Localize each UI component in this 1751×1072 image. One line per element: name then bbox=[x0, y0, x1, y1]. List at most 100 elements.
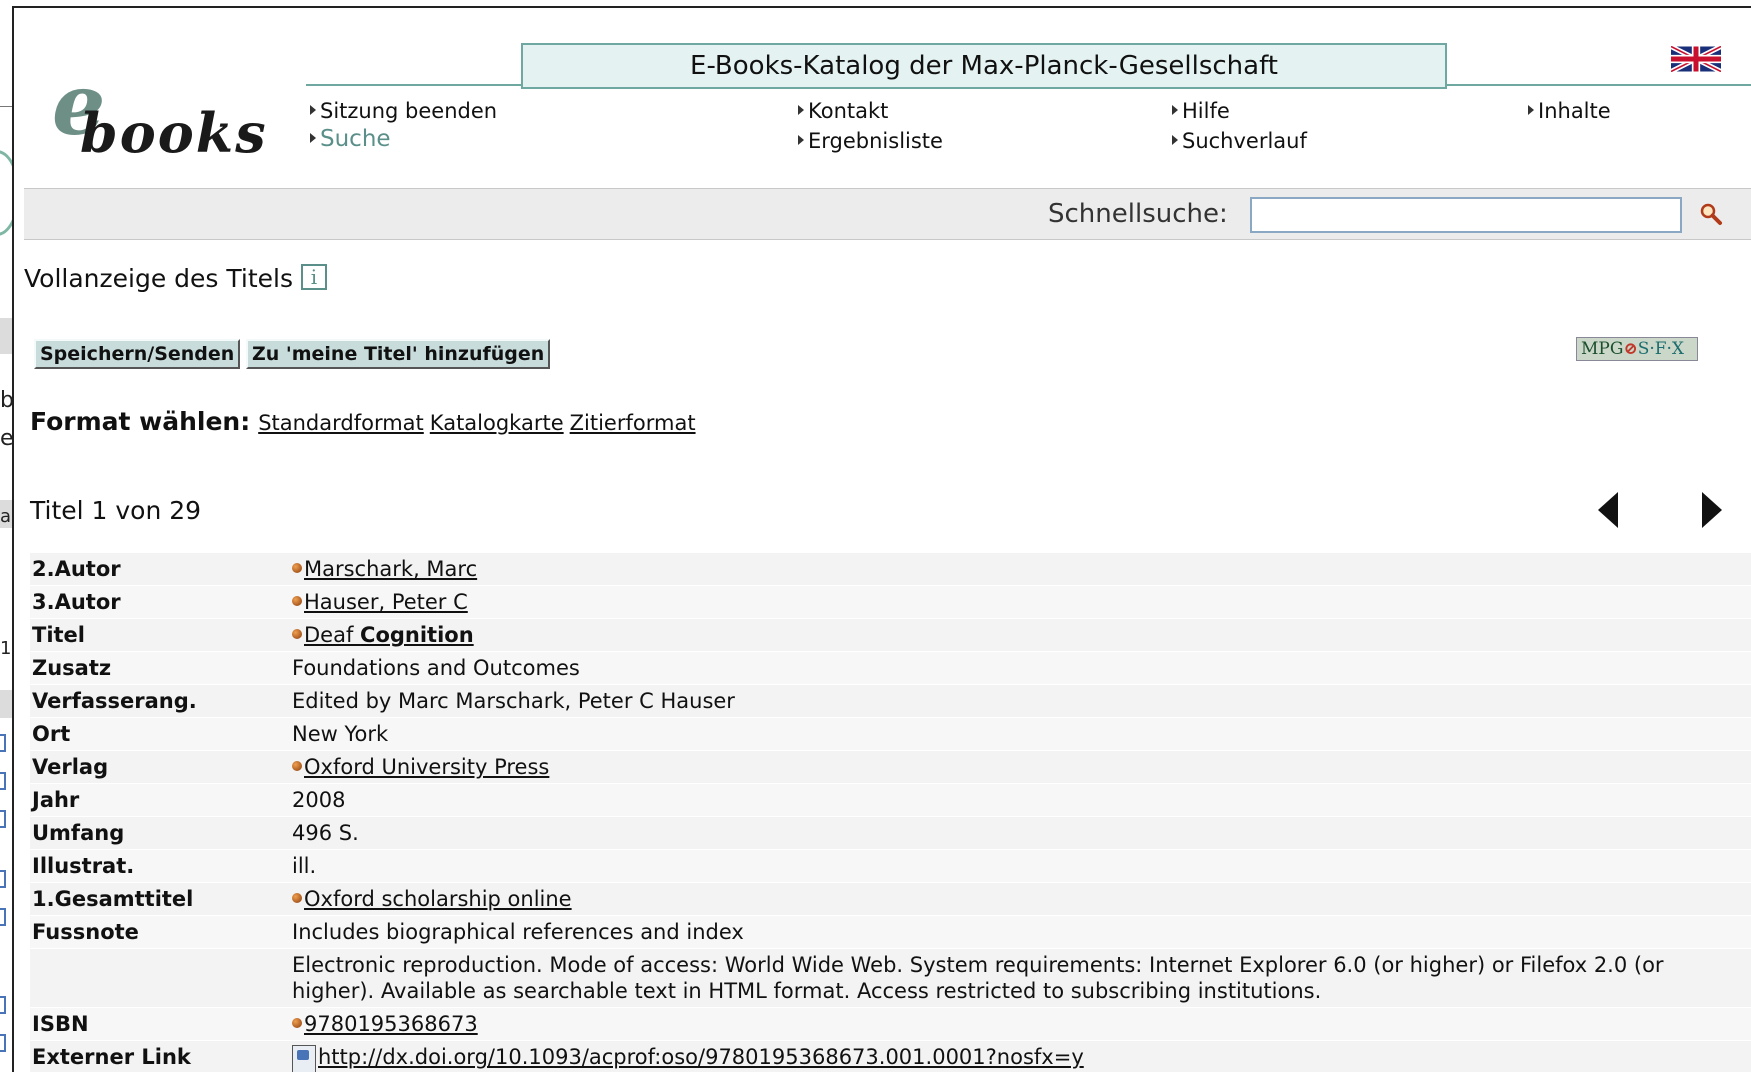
format-zitierformat-link[interactable]: Zitierformat bbox=[570, 411, 696, 435]
nav-label: Hilfe bbox=[1182, 99, 1230, 123]
quick-search-input[interactable] bbox=[1250, 197, 1682, 233]
logo-books: books bbox=[80, 101, 268, 165]
bullet-icon bbox=[292, 1018, 302, 1028]
title-link-part: Deaf bbox=[304, 623, 361, 647]
format-standard-link[interactable]: Standardformat bbox=[258, 411, 424, 435]
background-bar bbox=[0, 318, 12, 354]
background-char: a bbox=[0, 506, 12, 527]
table-row: Illustrat. ill. bbox=[30, 850, 1751, 883]
field-value: New York bbox=[292, 722, 389, 746]
nav-suche[interactable]: Suche bbox=[310, 126, 391, 152]
table-row: 3.Autor Hauser, Peter C bbox=[30, 586, 1751, 619]
record-counter: Titel 1 von 29 bbox=[30, 496, 202, 525]
external-link[interactable]: http://dx.doi.org/10.1093/acprof:oso/978… bbox=[292, 1045, 1084, 1072]
bullet-icon bbox=[292, 893, 302, 903]
arrow-right-icon bbox=[798, 105, 804, 115]
bullet-icon bbox=[292, 761, 302, 771]
background-window: b e a 1 bbox=[0, 0, 12, 1072]
sfx-logo-icon: ⊘ bbox=[1623, 339, 1638, 359]
next-record-arrow-icon[interactable] bbox=[1702, 492, 1722, 528]
document-icon bbox=[292, 1045, 316, 1072]
field-value: Edited by Marc Marschark, Peter C Hauser bbox=[292, 689, 735, 713]
bullet-icon bbox=[292, 596, 302, 606]
field-value: Oxford scholarship online bbox=[292, 883, 1751, 915]
checkbox-icon bbox=[0, 870, 6, 888]
field-label: Verfasserang. bbox=[32, 689, 197, 713]
arrow-right-icon bbox=[1528, 105, 1534, 115]
divider bbox=[0, 106, 12, 107]
field-value: 9780195368673 bbox=[292, 1008, 1751, 1040]
format-katalogkarte-link[interactable]: Katalogkarte bbox=[430, 411, 564, 435]
format-label: Format wählen: bbox=[30, 407, 251, 436]
search-icon[interactable] bbox=[1696, 199, 1726, 229]
table-row: Externer Link http://dx.doi.org/10.1093/… bbox=[30, 1041, 1751, 1072]
title-link-bold-part: Cognition bbox=[360, 623, 474, 647]
nav-label: Inhalte bbox=[1538, 99, 1611, 123]
nav-suchverlauf[interactable]: Suchverlauf bbox=[1172, 129, 1307, 153]
nav-ergebnisliste[interactable]: Ergebnisliste bbox=[798, 129, 943, 153]
field-value: Foundations and Outcomes bbox=[292, 656, 580, 680]
nav-inhalte[interactable]: Inhalte bbox=[1528, 99, 1611, 123]
field-value: http://dx.doi.org/10.1093/acprof:oso/978… bbox=[292, 1041, 1751, 1072]
nav-kontakt[interactable]: Kontakt bbox=[798, 99, 888, 123]
table-row: Verlag Oxford University Press bbox=[30, 751, 1751, 784]
seal-icon bbox=[0, 150, 12, 236]
author-link[interactable]: Marschark, Marc bbox=[304, 557, 477, 581]
field-value: Includes biographical references and ind… bbox=[292, 920, 744, 944]
external-link-url: http://dx.doi.org/10.1093/acprof:oso/978… bbox=[318, 1045, 1084, 1069]
checkbox-icon bbox=[0, 996, 6, 1014]
title-link[interactable]: Deaf Cognition bbox=[304, 623, 474, 647]
author-link[interactable]: Hauser, Peter C bbox=[304, 590, 468, 614]
field-value: 2008 bbox=[292, 788, 346, 812]
table-row: Electronic reproduction. Mode of access:… bbox=[30, 949, 1751, 1008]
arrow-right-icon bbox=[798, 135, 804, 145]
nav-label: Kontakt bbox=[808, 99, 889, 123]
ebooks-logo[interactable]: e books bbox=[44, 63, 266, 166]
nav-label: Suchverlauf bbox=[1182, 129, 1307, 153]
checkbox-icon bbox=[0, 908, 6, 926]
field-label: 3.Autor bbox=[32, 590, 121, 614]
nav-label: Ergebnisliste bbox=[808, 129, 943, 153]
page-title: Vollanzeige des Titels i bbox=[24, 264, 327, 293]
field-label: Umfang bbox=[32, 821, 125, 845]
checkbox-icon bbox=[0, 810, 6, 828]
series-link[interactable]: Oxford scholarship online bbox=[304, 887, 572, 911]
background-char: b bbox=[0, 388, 12, 413]
previous-record-arrow-icon[interactable] bbox=[1598, 492, 1618, 528]
table-row: Ort New York bbox=[30, 718, 1751, 751]
field-label: Titel bbox=[32, 623, 86, 647]
table-row: Jahr 2008 bbox=[30, 784, 1751, 817]
background-bar bbox=[0, 690, 12, 718]
table-row: Zusatz Foundations and Outcomes bbox=[30, 652, 1751, 685]
publisher-link[interactable]: Oxford University Press bbox=[304, 755, 549, 779]
checkbox-icon bbox=[0, 772, 6, 790]
arrow-right-icon bbox=[1172, 135, 1178, 145]
field-label bbox=[30, 949, 292, 1007]
sfx-mpg-label: MPG bbox=[1581, 339, 1624, 359]
checkbox-icon bbox=[0, 734, 6, 752]
field-value: ill. bbox=[292, 854, 317, 878]
field-label: Zusatz bbox=[32, 656, 112, 680]
field-label: 1.Gesamttitel bbox=[32, 887, 194, 911]
field-value: Hauser, Peter C bbox=[292, 586, 1751, 618]
nav-sitzung-beenden[interactable]: Sitzung beenden bbox=[310, 99, 497, 123]
nav-label: Suche bbox=[320, 126, 391, 152]
isbn-link[interactable]: 9780195368673 bbox=[304, 1012, 478, 1036]
nav-label: Sitzung beenden bbox=[320, 99, 498, 123]
save-send-button[interactable]: Speichern/Senden bbox=[34, 339, 241, 369]
table-row: 1.Gesamttitel Oxford scholarship online bbox=[30, 883, 1751, 916]
field-value: Electronic reproduction. Mode of access:… bbox=[292, 953, 1664, 1003]
uk-flag-icon[interactable] bbox=[1671, 46, 1721, 72]
sfx-link-button[interactable]: MPG⊘S·F·X bbox=[1576, 337, 1698, 361]
field-value: Deaf Cognition bbox=[292, 619, 1751, 651]
info-icon[interactable]: i bbox=[300, 264, 327, 290]
nav-hilfe[interactable]: Hilfe bbox=[1172, 99, 1230, 123]
arrow-right-icon bbox=[310, 105, 316, 115]
catalog-window: e books E-Books-Katalog der Max-Planck-G… bbox=[12, 6, 1751, 1072]
app-title: E-Books-Katalog der Max-Planck-Gesellsch… bbox=[521, 43, 1447, 89]
field-label: ISBN bbox=[32, 1012, 89, 1036]
table-row: Umfang 496 S. bbox=[30, 817, 1751, 850]
quick-search-label: Schnellsuche: bbox=[1048, 199, 1228, 229]
add-to-my-titles-button[interactable]: Zu 'meine Titel' hinzufügen bbox=[246, 339, 551, 369]
table-row: ISBN 9780195368673 bbox=[30, 1008, 1751, 1041]
